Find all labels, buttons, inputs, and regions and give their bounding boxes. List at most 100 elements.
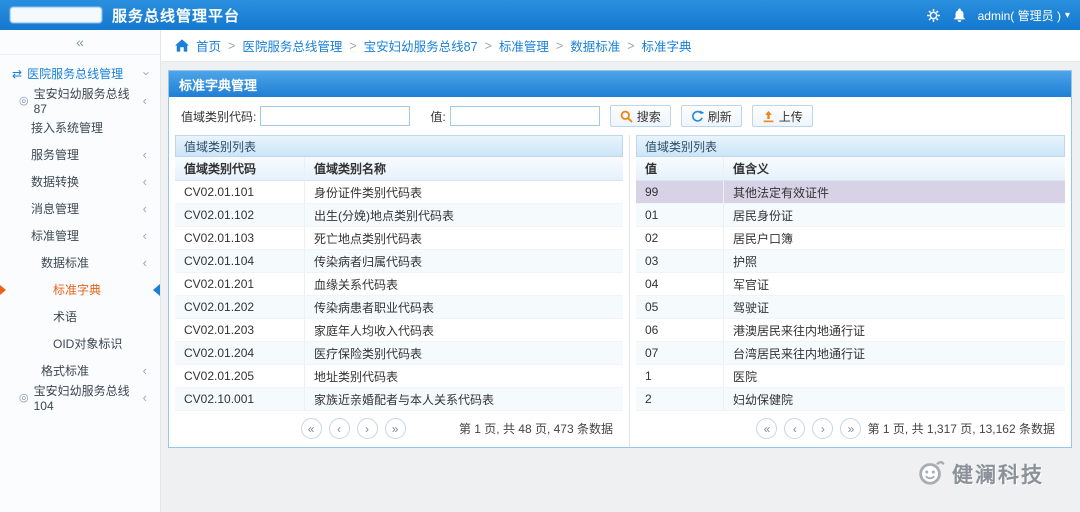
- sidebar-item[interactable]: 数据转换 ‹: [0, 168, 160, 195]
- cell-category-name: 医疗保险类别代码表: [314, 346, 423, 361]
- sidebar-item[interactable]: ◎ 宝安妇幼服务总线87 ‹: [0, 87, 160, 116]
- upload-button[interactable]: 上传: [751, 105, 813, 127]
- breadcrumb-item[interactable]: > 标准管理: [485, 36, 549, 55]
- sidebar-item-icon: ◎: [19, 95, 29, 107]
- cell-value: 07: [636, 342, 724, 364]
- sidebar-item[interactable]: 服务管理 ‹: [0, 141, 160, 168]
- breadcrumb-item[interactable]: > 宝安妇幼服务总线87: [349, 36, 477, 55]
- refresh-button[interactable]: 刷新: [680, 105, 742, 127]
- sidebar-item-label: 医院服务总线管理: [27, 67, 124, 81]
- cell-value: 2: [636, 388, 724, 410]
- table-row[interactable]: CV02.01.202 传染病患者职业代码表: [175, 296, 623, 319]
- sidebar-item-icon: ◎: [19, 392, 29, 404]
- value-table-body: 99 其他法定有效证件 01 居民身份证 02 居民户口簿 03 护照 04 军…: [636, 181, 1065, 411]
- pager-button[interactable]: »: [840, 418, 862, 439]
- cell-category-name: 家族近亲婚配者与本人关系代码表: [314, 392, 495, 407]
- breadcrumb-item[interactable]: > 数据标准: [556, 36, 620, 55]
- sidebar-item[interactable]: 接入系统管理: [0, 114, 160, 141]
- cell-category-code: CV02.01.202: [175, 296, 305, 318]
- breadcrumb-item[interactable]: > 医院服务总线管理: [228, 36, 342, 55]
- table-row[interactable]: CV02.01.104 传染病者归属代码表: [175, 250, 623, 273]
- column-header-meaning[interactable]: 值含义: [724, 157, 1065, 180]
- sidebar-item[interactable]: ⇄ 医院服务总线管理 ‹: [0, 60, 160, 87]
- header-actions: admin( 管理员 ) ▾: [926, 7, 1070, 24]
- value-pager: « ‹ › » 第 1 页, 共 1,317 页, 13,162 条数据: [636, 412, 1065, 447]
- value-table-header: 值 值含义: [636, 157, 1065, 181]
- user-menu[interactable]: admin( 管理员 ) ▾: [978, 7, 1070, 24]
- sidebar-item[interactable]: ◎ 宝安妇幼服务总线104 ‹: [0, 384, 160, 413]
- cell-category-code: CV02.01.103: [175, 227, 305, 249]
- chevron-icon: ‹: [137, 71, 153, 76]
- cell-category-code: CV02.01.205: [175, 365, 305, 387]
- pager-button[interactable]: ›: [812, 418, 834, 439]
- breadcrumb-items: 首页 > 医院服务总线管理 > 宝安妇幼服务总线87 > 标准管理 > 数据标准…: [196, 36, 692, 55]
- table-row[interactable]: 1 医院: [636, 365, 1065, 388]
- table-row[interactable]: 05 驾驶证: [636, 296, 1065, 319]
- cell-value: 01: [636, 204, 724, 226]
- table-row[interactable]: 99 其他法定有效证件: [636, 181, 1065, 204]
- pager-button[interactable]: ‹: [328, 418, 350, 439]
- value-pager-info: 第 1 页, 共 1,317 页, 13,162 条数据: [867, 422, 1055, 436]
- table-row[interactable]: CV02.01.103 死亡地点类别代码表: [175, 227, 623, 250]
- table-row[interactable]: 07 台湾居民来往内地通行证: [636, 342, 1065, 365]
- notifications-bell-icon[interactable]: [953, 8, 966, 22]
- pager-button[interactable]: «: [300, 418, 322, 439]
- breadcrumb: 首页 > 医院服务总线管理 > 宝安妇幼服务总线87 > 标准管理 > 数据标准…: [161, 30, 1080, 62]
- pager-button[interactable]: »: [384, 418, 406, 439]
- table-row[interactable]: CV02.01.201 血缘关系代码表: [175, 273, 623, 296]
- cell-value: 02: [636, 227, 724, 249]
- value-filter-label: 值:: [430, 109, 446, 124]
- sidebar-item[interactable]: 消息管理 ‹: [0, 195, 160, 222]
- table-row[interactable]: CV02.01.101 身份证件类别代码表: [175, 181, 623, 204]
- sidebar-item-label: 数据标准: [41, 256, 90, 270]
- home-icon[interactable]: [175, 39, 189, 52]
- company-logo-icon: [916, 457, 946, 490]
- sidebar-item-label: 宝安妇幼服务总线87: [33, 87, 130, 116]
- table-row[interactable]: 2 妇幼保健院: [636, 388, 1065, 411]
- sidebar-item[interactable]: 标准字典: [0, 276, 160, 303]
- sidebar-item[interactable]: 格式标准 ‹: [0, 357, 160, 384]
- pager-button[interactable]: ›: [356, 418, 378, 439]
- column-header-category-code[interactable]: 值域类别代码: [175, 157, 305, 180]
- table-row[interactable]: CV02.01.205 地址类别代码表: [175, 365, 623, 388]
- cell-category-code: CV02.01.203: [175, 319, 305, 341]
- table-row[interactable]: CV02.01.203 家庭年人均收入代码表: [175, 319, 623, 342]
- upload-button-label: 上传: [778, 109, 803, 124]
- cell-meaning: 其他法定有效证件: [733, 185, 830, 200]
- breadcrumb-item[interactable]: > 标准字典: [627, 36, 691, 55]
- table-row[interactable]: CV02.01.102 出生(分娩)地点类别代码表: [175, 204, 623, 227]
- category-table-body: CV02.01.101 身份证件类别代码表 CV02.01.102 出生(分娩)…: [175, 181, 623, 411]
- table-row[interactable]: 03 护照: [636, 250, 1065, 273]
- sidebar-item[interactable]: 数据标准 ‹: [0, 249, 160, 276]
- table-row[interactable]: 02 居民户口簿: [636, 227, 1065, 250]
- app-title: 服务总线管理平台: [112, 7, 241, 25]
- cell-category-name: 传染病患者职业代码表: [314, 300, 435, 315]
- code-filter-label: 值域类别代码:: [181, 109, 257, 124]
- breadcrumb-separator: >: [627, 38, 635, 53]
- pager-button[interactable]: ‹: [784, 418, 806, 439]
- column-header-category-name[interactable]: 值域类别名称: [305, 157, 623, 180]
- search-button[interactable]: 搜索: [609, 105, 671, 127]
- code-filter-input[interactable]: [260, 106, 411, 126]
- breadcrumb-label: 首页: [196, 40, 222, 54]
- table-row[interactable]: 01 居民身份证: [636, 204, 1065, 227]
- settings-gear-icon[interactable]: [926, 8, 941, 23]
- value-filter-input[interactable]: [449, 106, 600, 126]
- cell-category-name: 家庭年人均收入代码表: [314, 323, 435, 338]
- table-row[interactable]: 04 军官证: [636, 273, 1065, 296]
- breadcrumb-item[interactable]: 首页: [196, 36, 221, 55]
- sidebar-item[interactable]: 标准管理 ‹: [0, 222, 160, 249]
- column-header-value[interactable]: 值: [636, 157, 724, 180]
- table-row[interactable]: CV02.10.001 家族近亲婚配者与本人关系代码表: [175, 388, 623, 411]
- table-row[interactable]: 06 港澳居民来往内地通行证: [636, 319, 1065, 342]
- refresh-button-label: 刷新: [707, 109, 732, 124]
- table-row[interactable]: CV02.01.204 医疗保险类别代码表: [175, 342, 623, 365]
- breadcrumb-separator: >: [349, 38, 357, 53]
- chevron-icon: ‹: [142, 228, 147, 243]
- sidebar-collapse-button[interactable]: «: [0, 30, 160, 55]
- sidebar-item[interactable]: 术语: [0, 303, 160, 330]
- category-table-header: 值域类别代码 值域类别名称: [175, 157, 623, 181]
- cell-value: 1: [636, 365, 724, 387]
- pager-button[interactable]: «: [756, 418, 778, 439]
- sidebar-item[interactable]: OID对象标识: [0, 330, 160, 357]
